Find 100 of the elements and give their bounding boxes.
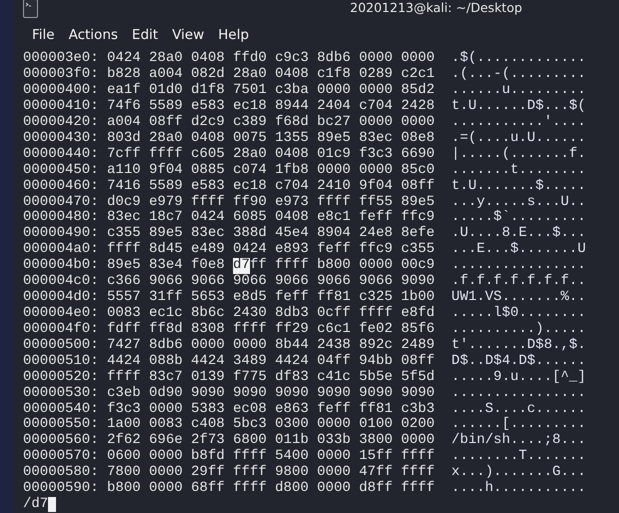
hex-word: 0000 [149, 481, 183, 498]
ascii-text: .U....8.E...$... [451, 226, 586, 242]
hex-word: d800 [275, 481, 309, 498]
menu-item[interactable]: Help [211, 26, 256, 43]
hex-word: ffff [233, 322, 267, 338]
menu-item[interactable]: Edit [124, 26, 166, 43]
hex-word: 8308 [191, 322, 225, 338]
hex-word: 088b [149, 354, 183, 370]
hex-word: 9090 [401, 274, 435, 290]
hex-word: c704 [275, 178, 309, 195]
hex-word: 5589 [149, 99, 183, 114]
hex-word: 0000 [359, 258, 393, 274]
hex-word: c1f8 [317, 67, 351, 84]
hex-offset: 00000540: [23, 402, 99, 418]
hex-word: ffff [107, 242, 141, 258]
hex-word: 0600 [107, 449, 141, 466]
hex-word: ff90 [233, 194, 267, 210]
ascii-text: |.....(.......f. [451, 146, 586, 163]
hex-word: 0000 [317, 417, 351, 432]
hex-offset: 000004e0: [23, 306, 99, 322]
hex-word: 8d45 [149, 242, 183, 258]
hex-word: b8fd [191, 449, 225, 464]
hex-word: c3b3 [401, 402, 435, 418]
hex-word: 0075 [233, 130, 267, 147]
hex-offset: 00000420: [23, 114, 99, 131]
hex-word: ff81 [359, 402, 393, 418]
hex-word: 28a0 [149, 130, 183, 146]
menu-item[interactable]: Actions [62, 26, 125, 43]
hex-word: e893 [275, 242, 309, 258]
menu-item[interactable]: View [165, 26, 212, 43]
hex-word: 0000 [317, 162, 351, 179]
hex-word: 7501 [233, 83, 267, 100]
hex-offset: 00000530: [23, 386, 99, 402]
ascii-text: .....9.u....[^_] [451, 370, 586, 386]
hex-word: 5400 [275, 449, 309, 466]
hex-word: 0000 [317, 465, 351, 482]
hex-word: ffff [191, 194, 225, 210]
hex-word: 388d [233, 226, 267, 242]
hex-word: 2f62 [107, 433, 141, 450]
hex-word: 9066 [317, 274, 351, 290]
hex-word: 5f5d [401, 370, 435, 386]
hex-word: ffff [233, 481, 267, 498]
ascii-text: ......u......... [451, 83, 586, 98]
hex-offset: 00000580: [23, 465, 99, 482]
hex-offset: 00000430: [23, 130, 99, 147]
hex-word: 04ff [317, 354, 351, 370]
hex-word: 0289 [359, 67, 393, 84]
hex-word: ffff [233, 449, 267, 464]
hex-word: 5b5e [359, 370, 393, 386]
hex-word: 0408 [275, 146, 309, 162]
hex-word: 5557 [107, 290, 141, 306]
command-prompt: /d7 [23, 497, 48, 513]
hex-word: ffff [107, 370, 141, 386]
hex-word: ffff [359, 306, 393, 322]
hex-word: ffc9 [401, 210, 435, 226]
hex-word: 83ec [191, 226, 225, 242]
hex-word: 2404 [317, 99, 351, 114]
hex-word: 4424 [191, 354, 225, 370]
hex-word: b800 [317, 258, 351, 274]
hex-word: 7416 [107, 178, 141, 194]
hex-word: 0200 [401, 417, 435, 434]
hex-word: 0000 [359, 83, 393, 100]
hex-word: 0100 [359, 417, 393, 434]
hex-word: ff55 [359, 194, 393, 210]
hex-word: 0000 [317, 481, 351, 498]
hex-word: c41c [317, 370, 351, 386]
hex-word: 0408 [191, 51, 225, 66]
hex-offset: 00000550: [23, 417, 99, 434]
hex-word: 4424 [107, 354, 141, 370]
ascii-text: UW1.VS.......%.. [451, 290, 586, 306]
menu-item[interactable]: File [25, 26, 62, 43]
hex-word: feff [275, 290, 309, 306]
hex-word: 5653 [191, 290, 225, 306]
hex-word: 1355 [275, 130, 309, 147]
ascii-text: ...........'.... [451, 114, 586, 130]
hex-word: 28a0 [233, 146, 267, 163]
hex-word: e8c1 [317, 210, 351, 226]
hex-word: 5bc3 [233, 417, 267, 434]
hex-word: 0000 [401, 433, 435, 448]
hex-offset: 00000560: [23, 433, 99, 450]
hex-offset: 000004f0: [23, 322, 99, 338]
hex-word: 0000 [149, 402, 183, 418]
hex-word: 00c9 [401, 258, 435, 274]
hex-word: 15ff [359, 449, 393, 464]
hex-word: 0424 [191, 210, 225, 226]
hex-word: fe02 [359, 322, 393, 338]
hex-word: 3489 [233, 354, 267, 370]
ascii-text: ........T....... [451, 449, 586, 464]
hex-offset: 00000520: [23, 370, 99, 386]
hex-word: 08ff [149, 114, 183, 131]
hex-word: 0000 [401, 114, 435, 131]
hex-word: c389 [233, 114, 267, 131]
hex-word: 83ec [107, 210, 141, 226]
hex-word: ffff [317, 194, 351, 210]
hex-word: ffff [233, 465, 267, 480]
hex-word: 89e5 [149, 226, 183, 242]
hex-word: 011b [275, 433, 309, 450]
hex-word: 89e5 [401, 194, 435, 210]
hex-word: feff [317, 242, 351, 258]
ascii-text: .f.f.f.f.f.f.f.. [451, 274, 586, 290]
